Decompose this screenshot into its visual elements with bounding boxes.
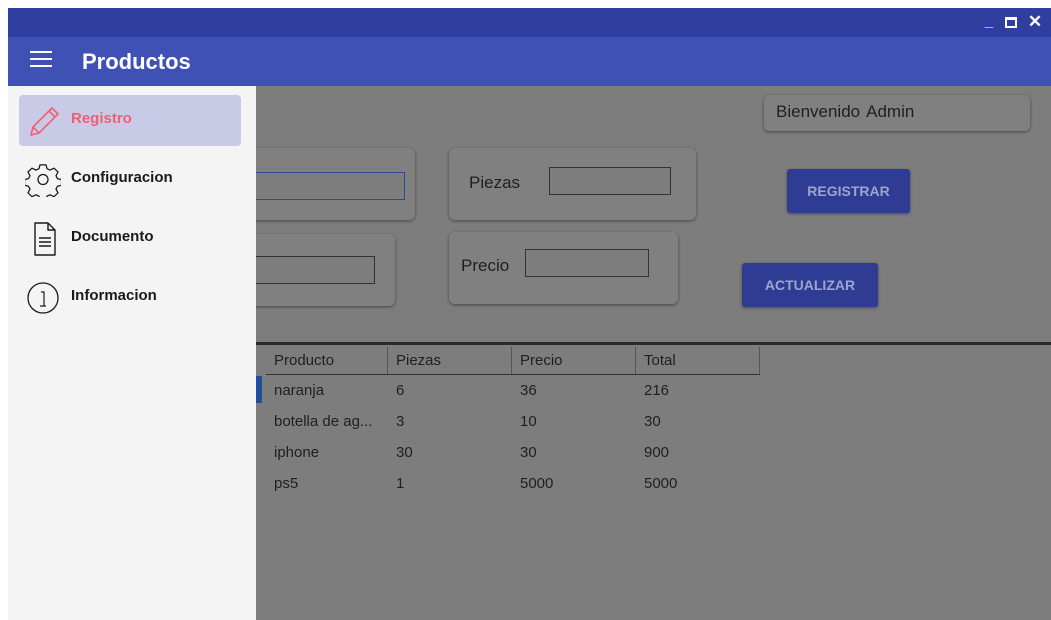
pencil-icon [30,107,59,136]
cell-producto: ps5 [274,475,299,492]
cell-total: 900 [644,444,670,461]
nav-item-documento[interactable]: Documento [19,213,241,264]
piezas-label: Piezas [469,173,521,192]
cell-piezas: 30 [396,444,413,461]
actualizar-button[interactable]: ACTUALIZAR [742,263,878,307]
column-header-producto[interactable]: Producto [266,347,388,374]
piezas-card: Piezas [449,148,696,220]
nav-item-informacion[interactable]: Informacion [19,272,241,323]
table-row[interactable]: botella de ag... 3 10 30 [266,406,760,437]
nav-item-registro[interactable]: Registro [19,95,241,146]
cell-total: 216 [644,382,670,399]
row-selection-marker [256,376,262,403]
nav-label-documento: Documento [71,228,154,245]
welcome-box: Bienvenido Admin [764,95,1030,131]
column-header-piezas[interactable]: Piezas [388,347,512,374]
menu-icon[interactable] [30,51,52,73]
registrar-button[interactable]: REGISTRAR [787,169,910,213]
piezas-input[interactable] [549,167,671,195]
page-title: Productos [82,49,191,74]
table-header: Producto Piezas Precio Total [266,347,760,375]
cell-producto: iphone [274,444,320,461]
precio-label: Precio [461,256,510,275]
close-button[interactable]: ✕ [1026,12,1044,32]
navigation-drawer: Registro Configuracion Documento Informa… [8,86,256,620]
cell-precio: 30 [520,444,537,461]
cell-precio: 10 [520,413,537,430]
nav-label-informacion: Informacion [71,287,157,304]
maximize-icon [1005,17,1017,28]
gear-icon [25,164,61,197]
minimize-button[interactable]: _ [980,12,998,32]
welcome-user: Admin [866,102,915,121]
app-bar: Productos [8,37,1051,86]
table-row[interactable]: iphone 30 30 900 [266,437,760,468]
title-bar: _ ✕ [8,8,1051,37]
cell-producto: naranja [274,382,325,399]
column-header-total[interactable]: Total [636,347,760,374]
table-row[interactable]: ps5 1 5000 5000 [266,468,760,499]
cell-piezas: 6 [396,382,405,399]
document-icon [34,222,56,256]
cell-precio: 5000 [520,475,554,492]
cell-total: 5000 [644,475,678,492]
column-header-precio[interactable]: Precio [512,347,636,374]
cell-piezas: 3 [396,413,405,430]
cell-producto: botella de ag... [274,413,373,430]
cell-precio: 36 [520,382,537,399]
nav-label-configuracion: Configuracion [71,169,173,186]
table-row[interactable]: naranja 6 36 216 [266,375,760,406]
cell-total: 30 [644,413,661,430]
nav-item-configuracion[interactable]: Configuracion [19,154,241,205]
precio-card: Precio [449,232,678,304]
app-window: _ ✕ Productos Piezas Precio REGISTRAR AC… [8,8,1051,620]
precio-input[interactable] [525,249,649,277]
nav-label-registro: Registro [71,110,132,127]
cell-piezas: 1 [396,475,405,492]
welcome-greeting: Bienvenido [776,102,861,121]
maximize-button[interactable] [1002,12,1020,32]
info-icon [27,282,59,314]
